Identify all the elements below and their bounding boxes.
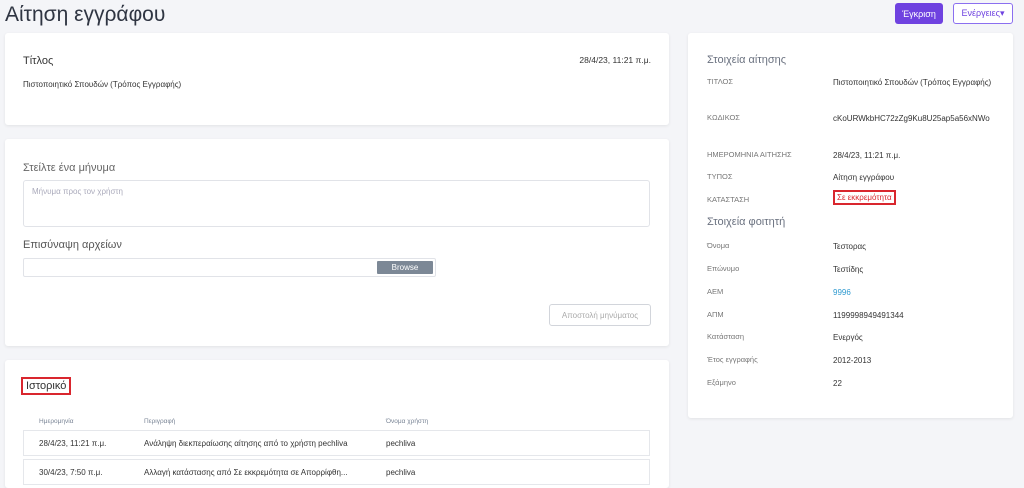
info-value-apm: 1199998949491344 <box>833 311 904 320</box>
info-value-date: 28/4/23, 11:21 π.μ. <box>833 151 901 160</box>
info-key-last-name: Επώνυμο <box>707 264 740 273</box>
table-row[interactable]: 30/4/23, 7:50 π.μ. Αλλαγή κατάστασης από… <box>23 459 650 485</box>
info-value-title: Πιστοποιητικό Σπουδών (Τρόπος Εγγραφής) <box>833 78 992 87</box>
row-date: 28/4/23, 11:21 π.μ. <box>39 439 107 448</box>
row-user: pechliva <box>386 439 416 448</box>
column-header-description: Περιγραφή <box>144 418 176 425</box>
row-date: 30/4/23, 7:50 π.μ. <box>39 468 103 477</box>
chevron-down-icon: ▾ <box>999 8 1005 18</box>
info-key-title: ΤΙΤΛΟΣ <box>707 77 734 86</box>
message-input[interactable]: Μήνυμα προς τον χρήστη <box>23 180 650 227</box>
row-description: Ανάληψη διεκπεραίωσης αίτησης από το χρή… <box>144 439 348 448</box>
title-value: Πιστοποιητικό Σπουδών (Τρόπος Εγγραφής) <box>23 80 182 89</box>
actions-dropdown-button[interactable]: Ενέργειες▾ <box>953 3 1013 24</box>
file-input[interactable]: Browse <box>23 258 436 277</box>
info-key-code: ΚΩΔΙΚΟΣ <box>707 113 740 122</box>
history-heading: Ιστορικό <box>21 377 72 395</box>
info-key-semester: Εξάμηνο <box>707 378 736 387</box>
request-info-heading: Στοιχεία αίτησης <box>707 54 787 66</box>
message-heading: Στείλτε ένα μήνυμα <box>23 162 116 174</box>
details-card: Στοιχεία αίτησης ΤΙΤΛΟΣ Πιστοποιητικό Σπ… <box>688 33 1013 418</box>
title-card: Τίτλος 28/4/23, 11:21 π.μ. Πιστοποιητικό… <box>5 33 669 125</box>
message-card: Στείλτε ένα μήνυμα Μήνυμα προς τον χρήστ… <box>5 139 669 346</box>
info-value-semester: 22 <box>833 379 842 388</box>
info-key-aem: ΑΕΜ <box>707 287 724 296</box>
info-value-code: cKoURWkbHC72zZg9Ku8U25ap5a56xNWo <box>833 114 990 123</box>
info-value-type: Αίτηση εγγράφου <box>833 173 895 182</box>
browse-button[interactable]: Browse <box>377 261 433 274</box>
send-message-button[interactable]: Αποστολή μηνύματος <box>549 304 651 326</box>
table-row[interactable]: 28/4/23, 11:21 π.μ. Ανάληψη διεκπεραίωση… <box>23 430 650 456</box>
row-user: pechliva <box>386 468 416 477</box>
info-key-year: Έτος εγγραφής <box>707 355 758 364</box>
aem-link[interactable]: 9996 <box>833 286 851 299</box>
info-value-year: 2012-2013 <box>833 356 872 365</box>
info-value-status-student: Ενεργός <box>833 333 863 342</box>
info-value-last-name: Τεστίδης <box>833 265 864 274</box>
status-badge: Σε εκκρεμότητα <box>833 190 896 205</box>
history-card: Ιστορικό Ημερομηνία Περιγραφή Όνομα χρήσ… <box>5 360 669 488</box>
column-header-username: Όνομα χρήστη <box>386 418 429 425</box>
row-description: Αλλαγή κατάστασης από Σε εκκρεμότητα σε … <box>144 468 348 477</box>
title-label: Τίτλος <box>23 55 54 67</box>
approve-button[interactable]: Έγκριση <box>895 3 943 24</box>
info-key-first-name: Όνομα <box>707 241 730 250</box>
info-key-apm: ΑΠΜ <box>707 310 724 319</box>
info-value-first-name: Τεστορας <box>833 242 867 251</box>
column-header-date: Ημερομηνία <box>39 418 74 425</box>
request-date: 28/4/23, 11:21 π.μ. <box>579 55 651 65</box>
attach-files-label: Επισύναψη αρχείων <box>23 239 122 251</box>
info-key-status-student: Κατάσταση <box>707 332 745 341</box>
actions-label: Ενέργειες <box>961 8 1000 18</box>
info-key-date: ΗΜΕΡΟΜΗΝΙΑ ΑΙΤΗΣΗΣ <box>707 150 792 159</box>
page-title: Αίτηση εγγράφου <box>5 3 166 26</box>
info-key-status: ΚΑΤΑΣΤΑΣΗ <box>707 195 750 204</box>
info-key-type: ΤΥΠΟΣ <box>707 172 733 181</box>
student-info-heading: Στοιχεία φοιτητή <box>707 216 786 228</box>
